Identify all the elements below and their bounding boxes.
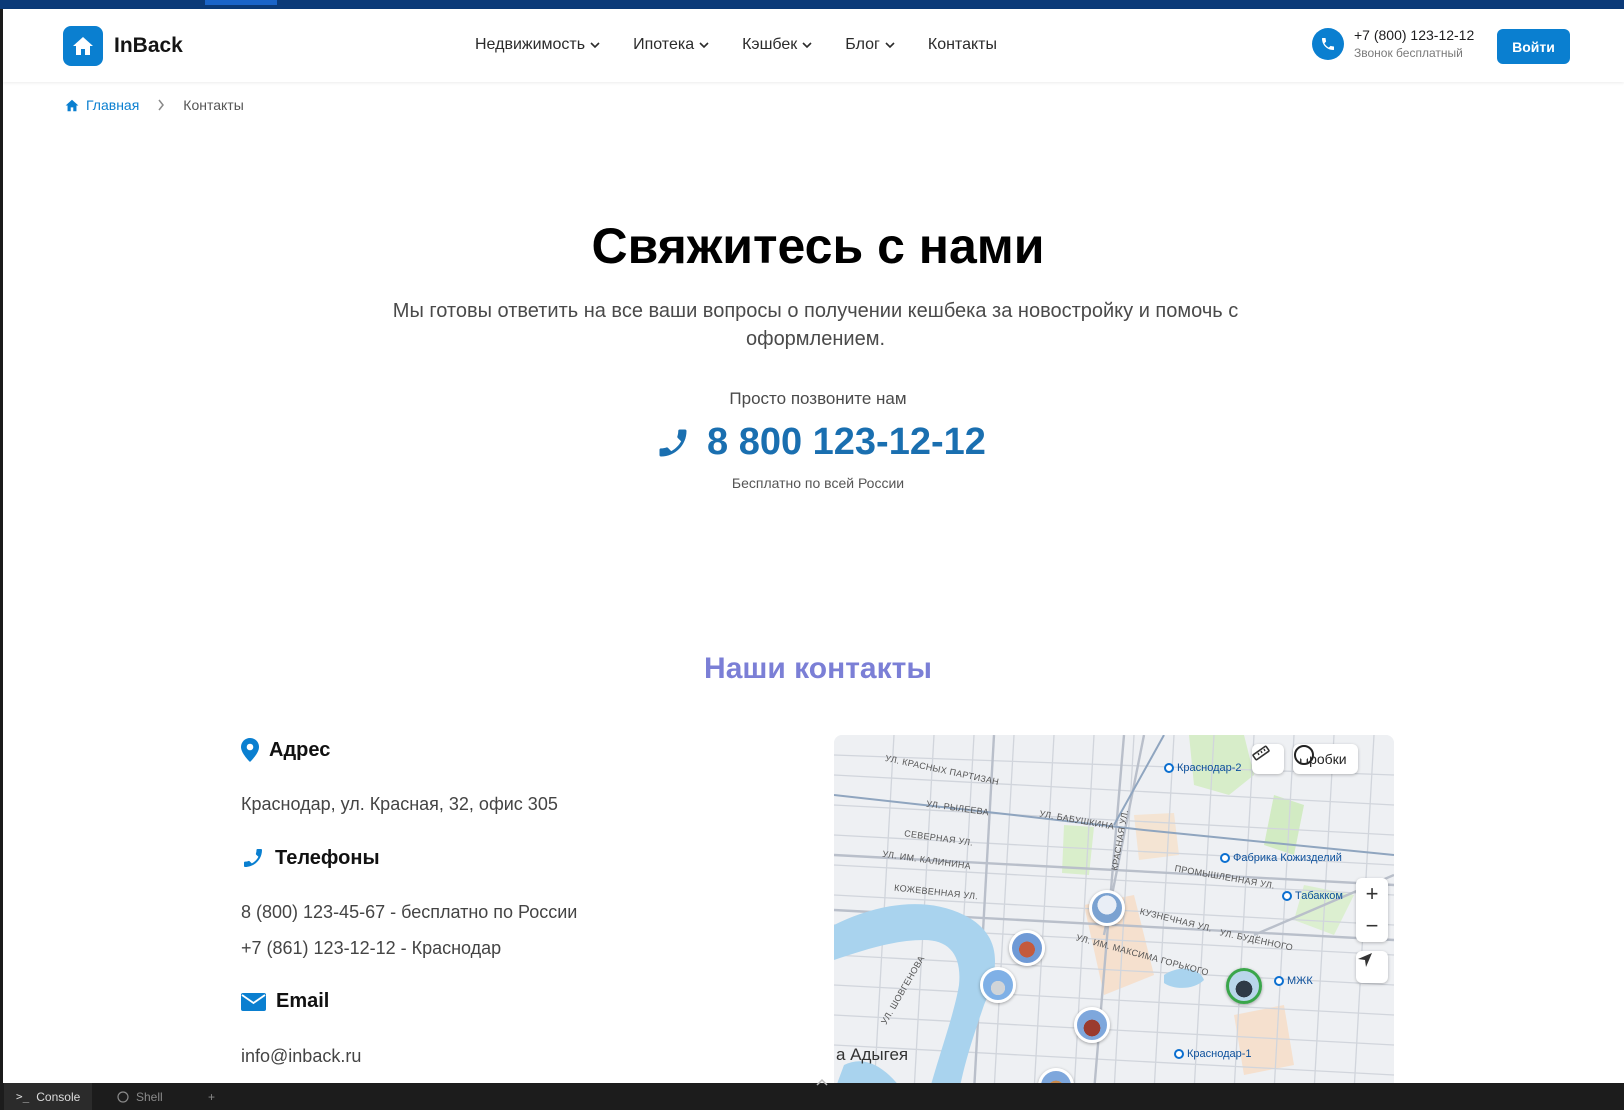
envelope-icon bbox=[241, 992, 266, 1011]
map-place-name: Краснодар-2 bbox=[1177, 762, 1242, 774]
map-place-label[interactable]: Краснодар-2 bbox=[1164, 762, 1242, 774]
chevron-down-icon bbox=[802, 42, 812, 49]
home-icon bbox=[65, 99, 79, 111]
geolocation-button[interactable] bbox=[1356, 951, 1388, 983]
main-nav: Недвижимость Ипотека Кэшбек Блог Контакт… bbox=[475, 36, 997, 54]
map-place-label[interactable]: МЖК bbox=[1274, 975, 1313, 987]
header-phone[interactable]: +7 (800) 123-12-12 Звонок бесплатный bbox=[1312, 27, 1474, 60]
breadcrumb-home[interactable]: Главная bbox=[65, 97, 139, 113]
nav-label: Недвижимость bbox=[475, 36, 586, 53]
address-title: Адрес bbox=[269, 738, 331, 761]
breadcrumb-current: Контакты bbox=[183, 97, 244, 113]
browser-top-strip bbox=[0, 0, 1624, 9]
traffic-button[interactable]: Пробки bbox=[1293, 744, 1358, 774]
map-photo-pin[interactable] bbox=[1074, 1007, 1110, 1043]
map-place-name: МЖК bbox=[1287, 975, 1313, 987]
map-place-name: Табакком bbox=[1295, 890, 1343, 902]
phone-icon bbox=[244, 849, 262, 867]
chevron-right-icon bbox=[158, 99, 165, 111]
home-logo-icon bbox=[63, 26, 103, 66]
traffic-icon bbox=[1294, 745, 1314, 765]
nav-item-realty[interactable]: Недвижимость bbox=[475, 36, 601, 54]
map-photo-pin[interactable] bbox=[1226, 968, 1262, 1004]
terminal-prompt-icon: >_ bbox=[16, 1090, 30, 1103]
nav-item-contacts[interactable]: Контакты bbox=[928, 36, 997, 54]
header-phone-note: Звонок бесплатный bbox=[1354, 46, 1463, 60]
add-tab-button[interactable]: + bbox=[196, 1083, 227, 1110]
breadcrumb-home-label: Главная bbox=[86, 97, 140, 113]
map-photo-pin[interactable] bbox=[1089, 890, 1125, 926]
email-link[interactable]: info@inback.ru bbox=[241, 1046, 361, 1067]
map-photo-pin[interactable] bbox=[1009, 930, 1045, 966]
login-button[interactable]: Войти bbox=[1497, 29, 1570, 64]
header-phone-number: +7 (800) 123-12-12 bbox=[1354, 27, 1475, 43]
zoom-out-button[interactable]: − bbox=[1356, 910, 1388, 942]
page-subtitle: Мы готовы ответить на все ваши вопросы о… bbox=[392, 300, 1239, 350]
chevron-down-icon bbox=[699, 42, 709, 49]
map-place-name: Краснодар-1 bbox=[1187, 1048, 1252, 1060]
site-header: InBack Недвижимость Ипотека Кэшбек Блог … bbox=[3, 9, 1624, 82]
map-region-label: а Адыгея bbox=[836, 1045, 909, 1064]
map-place-label[interactable]: Фабрика Кожизделий bbox=[1220, 852, 1342, 864]
location-arrow-icon bbox=[1358, 953, 1372, 967]
nav-label: Блог bbox=[845, 36, 880, 53]
shell-tab[interactable]: Shell bbox=[105, 1083, 175, 1110]
zoom-controls: + − bbox=[1356, 878, 1388, 942]
active-tab-indicator bbox=[205, 0, 277, 5]
page-title: Свяжитесь с нами bbox=[591, 218, 1045, 274]
shell-icon bbox=[117, 1090, 129, 1103]
email-title: Email bbox=[276, 990, 330, 1012]
call-label: Просто позвоните нам bbox=[729, 389, 907, 408]
address-text: Краснодар, ул. Красная, 32, офис 305 bbox=[241, 794, 558, 814]
nav-item-mortgage[interactable]: Ипотека bbox=[633, 36, 710, 54]
main-phone-link[interactable]: 8 800 123-12-12 bbox=[655, 421, 986, 464]
ruler-icon bbox=[1252, 745, 1270, 761]
chevron-up-icon[interactable] bbox=[816, 1078, 828, 1086]
phone-icon bbox=[659, 429, 687, 456]
breadcrumb: Главная Контакты bbox=[65, 97, 244, 113]
nav-item-cashback[interactable]: Кэшбек bbox=[742, 36, 813, 54]
nav-label: Ипотека bbox=[633, 36, 695, 53]
page-frame: InBack Недвижимость Ипотека Кэшбек Блог … bbox=[0, 9, 1624, 1092]
zoom-in-button[interactable]: + bbox=[1356, 878, 1388, 910]
bottom-panel-bar: >_ Console Shell + bbox=[0, 1083, 1624, 1110]
phone-line-1[interactable]: 8 (800) 123-45-67 - бесплатно по России bbox=[241, 902, 577, 923]
nav-item-blog[interactable]: Блог bbox=[845, 36, 896, 54]
phone-free-note: Бесплатно по всей России bbox=[731, 475, 905, 491]
nav-label: Кэшбек bbox=[742, 36, 798, 53]
map-place-label[interactable]: Краснодар-1 bbox=[1174, 1048, 1252, 1060]
tab-label: Console bbox=[36, 1089, 81, 1104]
logo-text: InBack bbox=[114, 34, 183, 57]
phones-title: Телефоны bbox=[275, 846, 380, 869]
phones-heading: Телефоны bbox=[241, 846, 380, 870]
chevron-down-icon bbox=[885, 42, 895, 49]
email-heading: Email bbox=[241, 990, 329, 1013]
logo[interactable]: InBack bbox=[63, 26, 183, 66]
phone-icon bbox=[1312, 27, 1344, 60]
map-pin-icon bbox=[241, 738, 259, 762]
map-widget[interactable]: Краснодар-2 Фабрика Кожизделий Табакком … bbox=[834, 735, 1394, 1092]
ruler-button[interactable] bbox=[1252, 744, 1284, 774]
address-heading: Адрес bbox=[241, 738, 330, 762]
tab-label: Shell bbox=[136, 1089, 163, 1104]
main-phone-number: 8 800 123-12-12 bbox=[707, 421, 986, 463]
contacts-section-title: Наши контакты bbox=[704, 652, 932, 685]
map-photo-pin[interactable] bbox=[980, 967, 1016, 1003]
map-place-name: Фабрика Кожизделий bbox=[1233, 852, 1342, 864]
map-place-label[interactable]: Табакком bbox=[1282, 890, 1343, 902]
console-tab[interactable]: >_ Console bbox=[4, 1083, 93, 1110]
chevron-down-icon bbox=[590, 42, 600, 49]
nav-label: Контакты bbox=[927, 36, 997, 53]
phone-line-2[interactable]: +7 (861) 123-12-12 - Краснодар bbox=[241, 938, 501, 959]
